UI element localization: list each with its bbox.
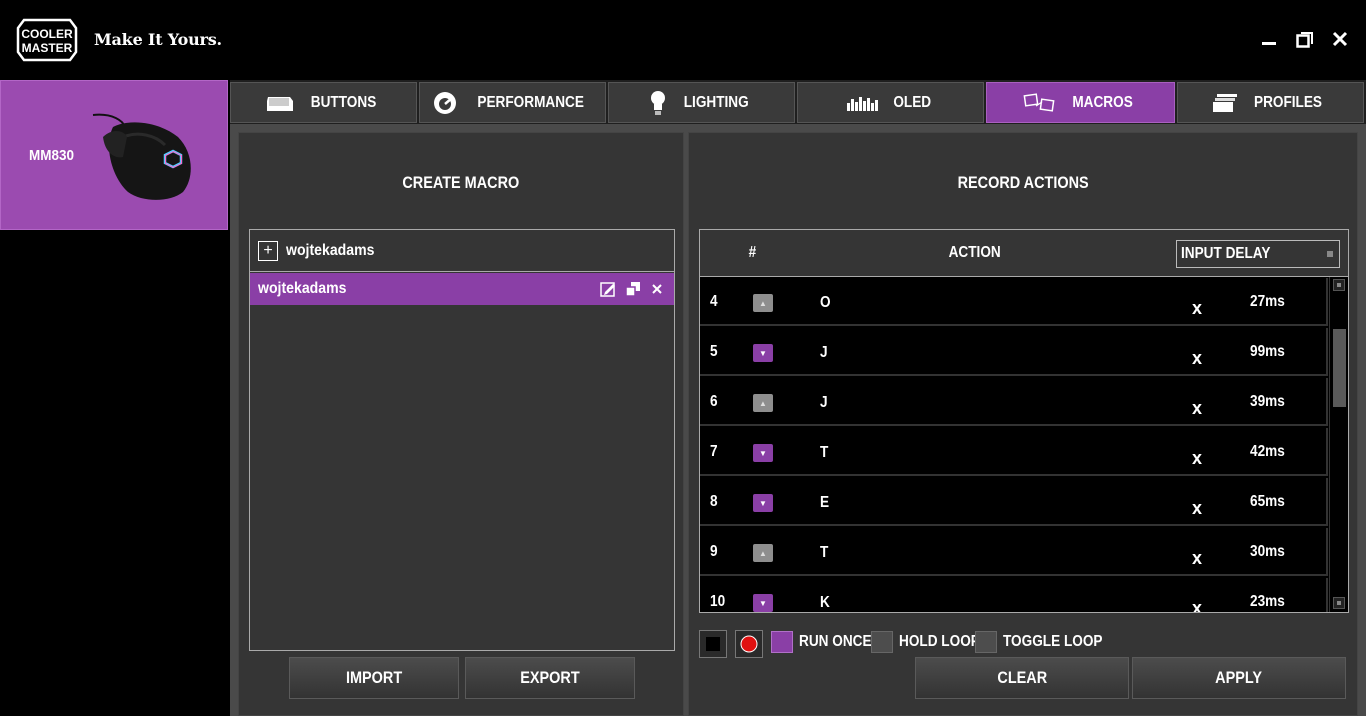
key-down-icon[interactable]: ▼ xyxy=(753,594,773,612)
close-icon xyxy=(1332,31,1348,47)
table-row[interactable]: 9 ▲ T x 30ms xyxy=(700,528,1328,576)
create-macro-panel: CREATE MACRO + wojtekadams wojtekadams I… xyxy=(238,132,684,716)
minimize-icon xyxy=(1262,42,1276,45)
table-header: # ACTION INPUT DELAY xyxy=(700,230,1348,277)
remove-action-button[interactable]: x xyxy=(1192,298,1202,319)
scroll-up-icon[interactable] xyxy=(1333,279,1345,291)
key-down-icon[interactable]: ▼ xyxy=(753,494,773,512)
svg-text:MASTER: MASTER xyxy=(22,41,73,55)
close-button[interactable] xyxy=(1329,28,1351,50)
stop-button[interactable] xyxy=(699,630,727,658)
tab-bar: BUTTONS PERFORMANCE LIGHTING OLED MACROS… xyxy=(230,80,1366,124)
input-delay-select[interactable]: INPUT DELAY xyxy=(1176,240,1340,268)
tab-macros[interactable]: MACROS xyxy=(986,82,1175,123)
column-number: # xyxy=(748,244,757,261)
table-row[interactable]: 4 ▲ O x 27ms xyxy=(700,278,1328,326)
duplicate-icon[interactable] xyxy=(625,281,641,297)
macro-keys-icon xyxy=(1023,92,1057,114)
tab-label: OLED xyxy=(893,93,932,111)
key-down-icon[interactable]: ▼ xyxy=(753,444,773,462)
scrollbar[interactable] xyxy=(1329,277,1348,612)
tab-performance[interactable]: PERFORMANCE xyxy=(419,82,606,123)
hold-loop-label: HOLD LOOP xyxy=(899,633,980,650)
import-button[interactable]: IMPORT xyxy=(289,657,459,699)
delete-icon[interactable] xyxy=(650,282,664,296)
maximize-button[interactable] xyxy=(1294,28,1316,50)
toggle-loop-label: TOGGLE LOOP xyxy=(1003,633,1103,650)
bulb-icon xyxy=(648,89,668,117)
keycap-icon xyxy=(265,91,295,115)
table-row[interactable]: 6 ▲ J x 39ms xyxy=(700,378,1328,426)
tagline: Make It Yours. xyxy=(94,30,222,49)
tab-label: LIGHTING xyxy=(684,93,749,111)
toggle-loop-radio[interactable] xyxy=(975,631,997,653)
dropdown-icon xyxy=(1327,251,1333,257)
tab-label: PROFILES xyxy=(1254,93,1323,111)
equalizer-icon xyxy=(846,93,880,113)
table-row[interactable]: 8 ▼ E x 65ms xyxy=(700,478,1328,526)
device-name: MM830 xyxy=(29,147,75,164)
remove-action-button[interactable]: x xyxy=(1192,598,1202,612)
scroll-down-icon[interactable] xyxy=(1333,597,1345,609)
gauge-icon xyxy=(432,90,458,116)
table-row[interactable]: 7 ▼ T x 42ms xyxy=(700,428,1328,476)
key-up-icon[interactable]: ▲ xyxy=(753,394,773,412)
remove-action-button[interactable]: x xyxy=(1192,448,1202,469)
title-bar: COOLER MASTER Make It Yours. xyxy=(0,0,1366,80)
restore-icon xyxy=(1296,32,1313,48)
table-row[interactable]: 10 ▼ K x 23ms xyxy=(700,578,1328,612)
remove-action-button[interactable]: x xyxy=(1192,348,1202,369)
tab-oled[interactable]: OLED xyxy=(797,82,984,123)
device-card[interactable]: MM830 xyxy=(0,80,228,230)
macro-item-label: wojtekadams xyxy=(258,280,347,297)
new-macro-name[interactable]: wojtekadams xyxy=(286,242,374,260)
stack-icon xyxy=(1212,93,1238,113)
new-macro-row[interactable]: + wojtekadams xyxy=(250,230,674,272)
tab-lighting[interactable]: LIGHTING xyxy=(608,82,795,123)
key-up-icon[interactable]: ▲ xyxy=(753,544,773,562)
remove-action-button[interactable]: x xyxy=(1192,498,1202,519)
svg-text:COOLER: COOLER xyxy=(21,27,73,41)
actions-table: # ACTION INPUT DELAY 4 ▲ O x 27ms 5 ▼ J … xyxy=(699,229,1349,613)
cooler-master-logo: COOLER MASTER xyxy=(16,18,78,62)
panel-title: CREATE MACRO xyxy=(402,173,520,192)
panel-title: RECORD ACTIONS xyxy=(957,173,1089,192)
macro-list: + wojtekadams wojtekadams xyxy=(249,229,675,651)
main-content: CREATE MACRO + wojtekadams wojtekadams I… xyxy=(230,124,1366,716)
tab-label: MACROS xyxy=(1072,93,1133,111)
record-icon xyxy=(740,635,758,653)
tab-label: PERFORMANCE xyxy=(477,93,584,111)
mouse-image xyxy=(92,113,191,200)
apply-button[interactable]: APPLY xyxy=(1132,657,1346,699)
record-actions-panel: RECORD ACTIONS # ACTION INPUT DELAY 4 ▲ … xyxy=(688,132,1358,716)
clear-button[interactable]: CLEAR xyxy=(915,657,1129,699)
hold-loop-radio[interactable] xyxy=(871,631,893,653)
remove-action-button[interactable]: x xyxy=(1192,548,1202,569)
column-action: ACTION xyxy=(948,244,1001,261)
tab-label: BUTTONS xyxy=(310,93,377,111)
record-button[interactable] xyxy=(735,630,763,658)
plus-icon[interactable]: + xyxy=(258,240,278,261)
tab-profiles[interactable]: PROFILES xyxy=(1177,82,1364,123)
stop-icon xyxy=(706,637,720,651)
edit-icon[interactable] xyxy=(600,281,616,297)
run-once-radio[interactable] xyxy=(771,631,793,653)
key-up-icon[interactable]: ▲ xyxy=(753,294,773,312)
remove-action-button[interactable]: x xyxy=(1192,398,1202,419)
tab-buttons[interactable]: BUTTONS xyxy=(230,82,417,123)
minimize-button[interactable] xyxy=(1258,28,1280,50)
key-down-icon[interactable]: ▼ xyxy=(753,344,773,362)
table-row[interactable]: 5 ▼ J x 99ms xyxy=(700,328,1328,376)
macro-item-selected[interactable]: wojtekadams xyxy=(250,273,674,305)
export-button[interactable]: EXPORT xyxy=(465,657,635,699)
scroll-thumb[interactable] xyxy=(1333,329,1346,407)
macro-item-actions xyxy=(600,281,664,297)
run-once-label: RUN ONCE xyxy=(799,633,872,650)
